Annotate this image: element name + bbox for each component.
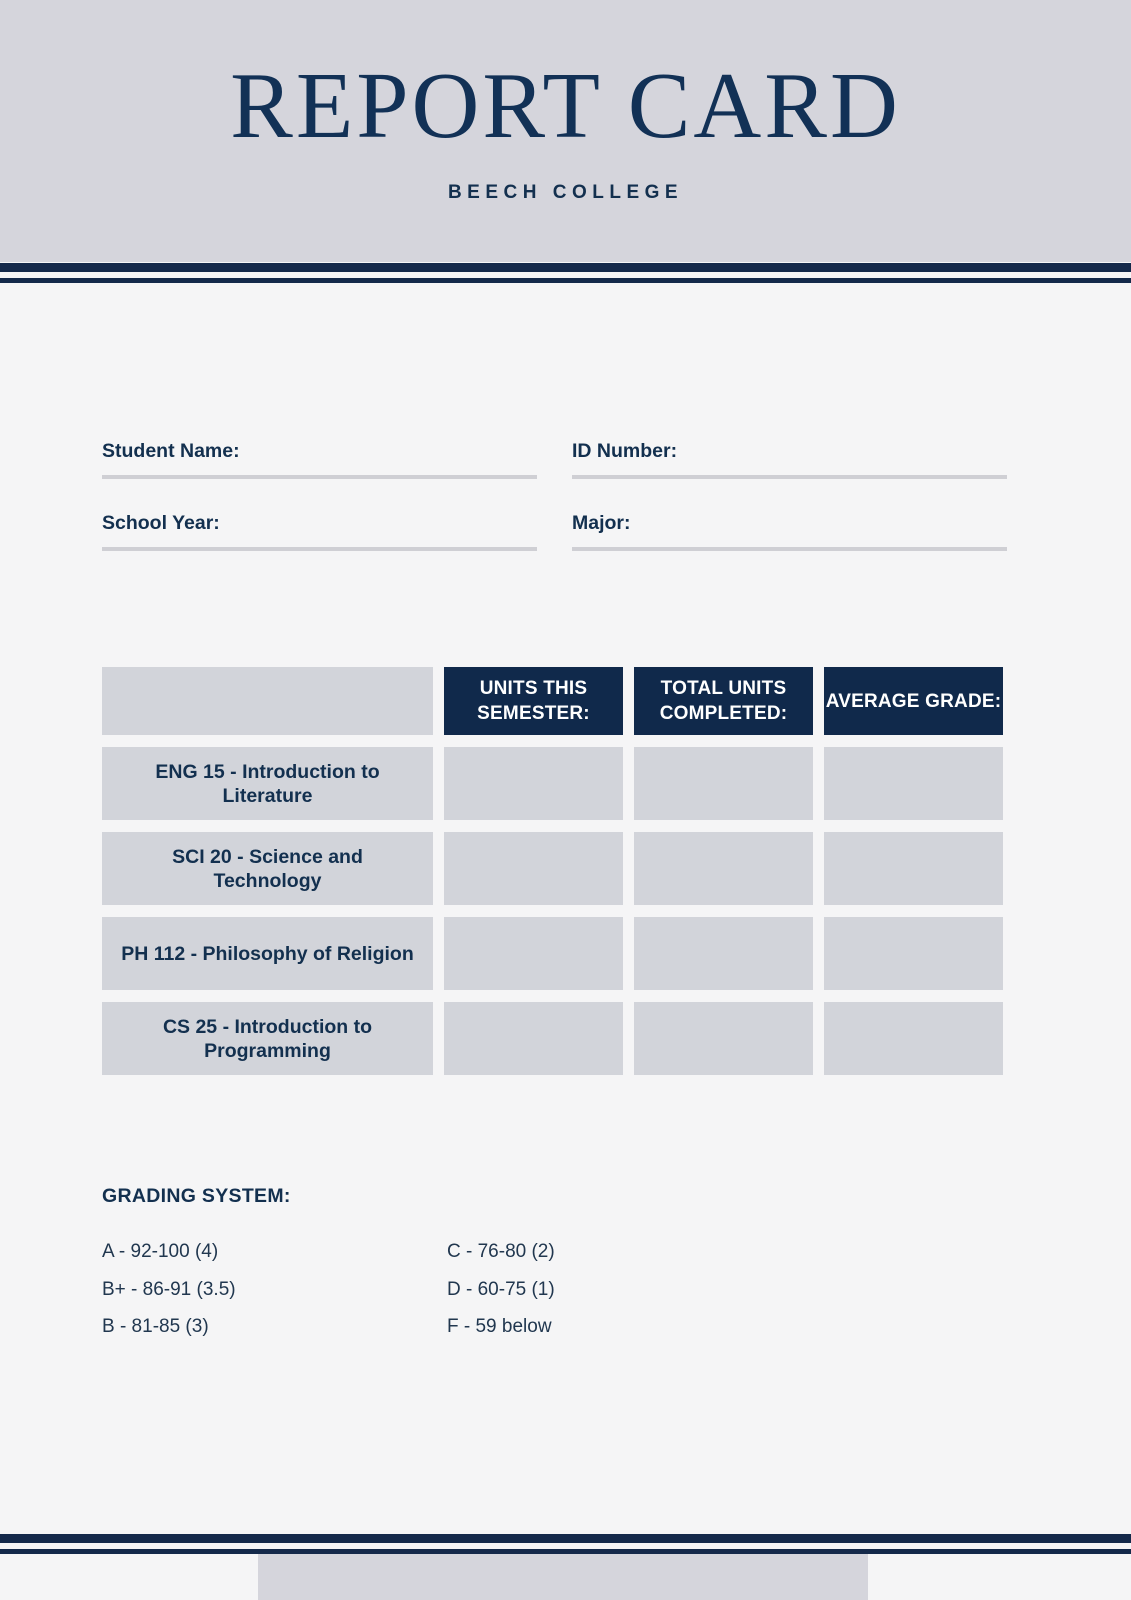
course-name-cell: CS 25 - Introduction to Programming (102, 1002, 433, 1075)
footer-placeholder-box (258, 1554, 868, 1600)
grading-system-columns: A - 92-100 (4) B+ - 86-91 (3.5) B - 81-8… (102, 1233, 802, 1346)
table-row: SCI 20 - Science and Technology (102, 832, 1008, 905)
units-this-semester-cell[interactable] (444, 832, 623, 905)
grade-scale-item: B - 81-85 (3) (102, 1316, 209, 1337)
course-name-cell: ENG 15 - Introduction to Literature (102, 747, 433, 820)
grade-scale-item: A - 92-100 (4) (102, 1241, 219, 1262)
units-this-semester-cell[interactable] (444, 1002, 623, 1075)
form-row-2: School Year: Major: (102, 512, 1008, 551)
total-units-completed-cell[interactable] (634, 1002, 813, 1075)
header-cell-units-this-semester: UNITS THIS SEMESTER: (444, 667, 623, 735)
school-year-field[interactable]: School Year: (102, 512, 537, 551)
student-name-field[interactable]: Student Name: (102, 440, 537, 479)
total-units-completed-cell[interactable] (634, 747, 813, 820)
average-grade-cell[interactable] (824, 917, 1003, 990)
grade-scale-item: B+ - 86-91 (3.5) (102, 1278, 236, 1300)
school-year-input-line[interactable] (102, 547, 537, 551)
header-divider-thick (0, 263, 1131, 272)
grade-scale-item: D - 60-75 (1) (447, 1278, 555, 1300)
average-grade-cell[interactable] (824, 832, 1003, 905)
total-units-completed-cell[interactable] (634, 917, 813, 990)
student-name-label: Student Name: (102, 440, 240, 462)
major-input-line[interactable] (572, 547, 1007, 551)
report-card-page: REPORT CARD BEECH COLLEGE Student Name: … (0, 0, 1131, 1600)
grading-system-section: GRADING SYSTEM: A - 92-100 (4) B+ - 86-9… (102, 1185, 802, 1346)
page-title: REPORT CARD (230, 54, 901, 158)
header-divider-thin (0, 278, 1131, 283)
school-year-label: School Year: (102, 512, 220, 534)
grading-column-right: C - 76-80 (2) D - 60-75 (1) F - 59 below (447, 1233, 792, 1346)
header-cell-total-units-completed: TOTAL UNITS COMPLETED: (634, 667, 813, 735)
total-units-completed-cell[interactable] (634, 832, 813, 905)
grade-scale-item: C - 76-80 (2) (447, 1241, 555, 1262)
institution-name: BEECH COLLEGE (447, 182, 684, 203)
average-grade-cell[interactable] (824, 747, 1003, 820)
units-this-semester-cell[interactable] (444, 917, 623, 990)
grading-system-title: GRADING SYSTEM: (102, 1185, 291, 1207)
course-name-cell: SCI 20 - Science and Technology (102, 832, 433, 905)
header-cell-average-grade: AVERAGE GRADE: (824, 667, 1003, 735)
table-row: CS 25 - Introduction to Programming (102, 1002, 1008, 1075)
average-grade-cell[interactable] (824, 1002, 1003, 1075)
document-header: REPORT CARD BEECH COLLEGE (0, 0, 1131, 262)
course-name-cell: PH 112 - Philosophy of Religion (102, 917, 433, 990)
units-this-semester-cell[interactable] (444, 747, 623, 820)
table-row: ENG 15 - Introduction to Literature (102, 747, 1008, 820)
student-name-input-line[interactable] (102, 475, 537, 479)
id-number-label: ID Number: (572, 440, 678, 462)
table-row: PH 112 - Philosophy of Religion (102, 917, 1008, 990)
grading-column-left: A - 92-100 (4) B+ - 86-91 (3.5) B - 81-8… (102, 1233, 447, 1346)
major-label: Major: (572, 512, 631, 534)
id-number-input-line[interactable] (572, 475, 1007, 479)
major-field[interactable]: Major: (572, 512, 1007, 551)
id-number-field[interactable]: ID Number: (572, 440, 1007, 479)
student-info-form: Student Name: ID Number: School Year: Ma… (102, 440, 1008, 584)
form-row-1: Student Name: ID Number: (102, 440, 1008, 479)
header-cell-course (102, 667, 433, 735)
grades-table: UNITS THIS SEMESTER: TOTAL UNITS COMPLET… (102, 667, 1008, 1087)
footer-divider-thick (0, 1534, 1131, 1543)
grade-scale-item: F - 59 below (447, 1316, 552, 1337)
table-header-row: UNITS THIS SEMESTER: TOTAL UNITS COMPLET… (102, 667, 1008, 735)
